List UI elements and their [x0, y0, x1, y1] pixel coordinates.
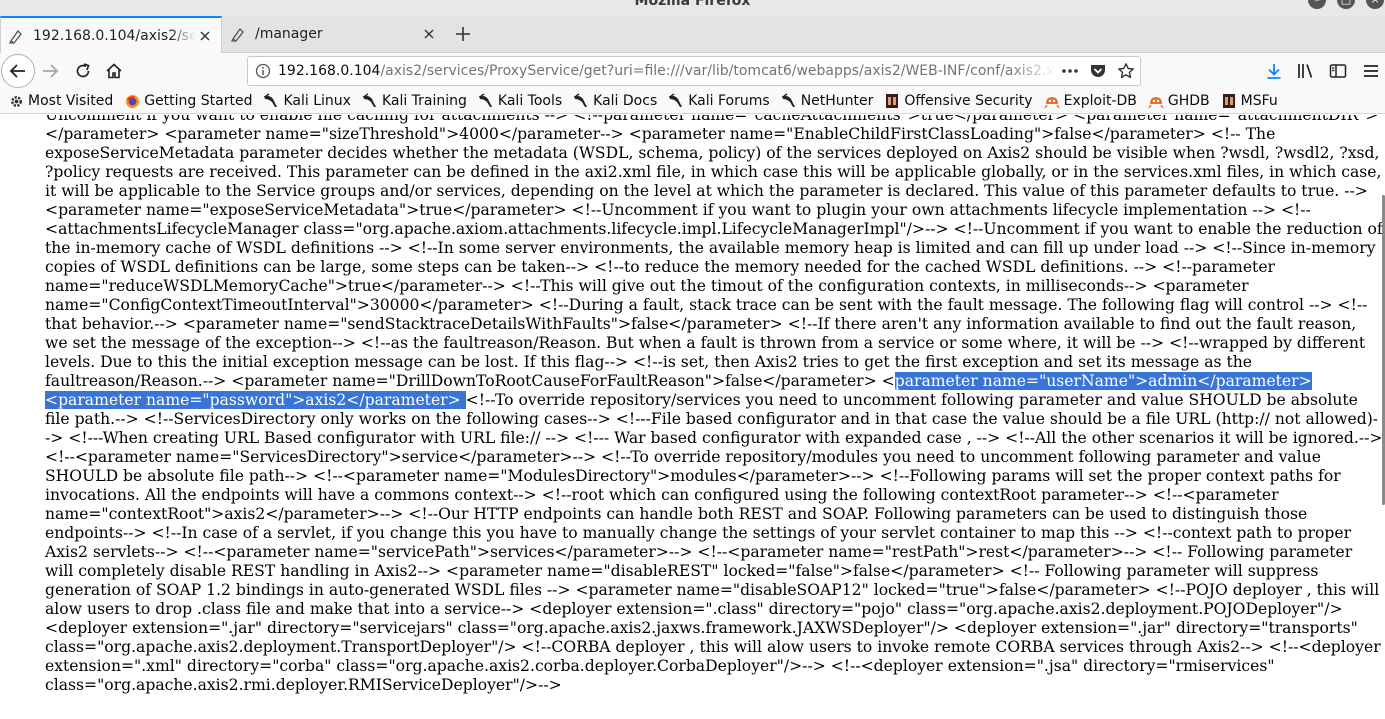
bookmark-kali-forums[interactable]: Kali Forums	[668, 93, 770, 109]
library-button[interactable]	[1290, 55, 1322, 87]
bookmark-star-icon[interactable]	[1112, 57, 1140, 85]
kali-dragon-icon	[362, 93, 378, 109]
reload-icon	[76, 63, 90, 78]
bookmark-label: Kali Forums	[688, 93, 770, 109]
gear-icon	[8, 93, 24, 109]
bookmark-ghdb[interactable]: GHDB	[1148, 93, 1210, 109]
forward-button[interactable]	[34, 55, 66, 87]
bookmark-msfu[interactable]: MSFu	[1221, 93, 1278, 109]
page-actions-icon[interactable]	[1056, 57, 1084, 85]
bookmarks-toolbar: Most Visited Getting Started Kali Linux …	[0, 89, 1385, 114]
bookmark-nethunter[interactable]: NetHunter	[781, 93, 874, 109]
tab-title: 192.168.0.104/axis2/services/ProxyServic…	[33, 27, 195, 44]
url-text[interactable]: 192.168.0.104/axis2/services/ProxyServic…	[278, 63, 1056, 79]
kali-dragon-icon	[478, 93, 494, 109]
bookmark-kali-docs[interactable]: Kali Docs	[573, 93, 657, 109]
sidebar-button[interactable]	[1322, 55, 1354, 87]
bookmark-label: Most Visited	[28, 93, 114, 109]
bookmark-kali-linux[interactable]: Kali Linux	[263, 93, 351, 109]
arrow-left-icon	[9, 64, 25, 78]
menu-button[interactable]	[1358, 55, 1384, 87]
page-content: Uncomment if you want to enable file cac…	[0, 115, 1385, 719]
text-before-selection: Uncomment if you want to enable file cac…	[45, 115, 1383, 390]
sidebar-icon	[1329, 64, 1347, 78]
info-icon[interactable]	[248, 57, 278, 85]
offsec-icon	[884, 93, 900, 109]
url-host: 192.168.0.104	[278, 63, 381, 79]
kali-dragon-icon	[781, 93, 797, 109]
firefox-icon	[124, 93, 140, 109]
window-title: Mozilla Firefox	[634, 0, 751, 9]
bookmark-kali-tools[interactable]: Kali Tools	[478, 93, 562, 109]
tab-strip: 192.168.0.104/axis2/services/ProxyServic…	[0, 16, 1385, 53]
kali-dragon-icon	[263, 93, 279, 109]
download-arrow-icon	[1267, 64, 1281, 79]
window-titlebar: Mozilla Firefox – □ ×	[0, 0, 1385, 16]
url-path: /axis2/services/ProxyService/get?uri=fil…	[380, 63, 1056, 79]
page-icon	[229, 25, 247, 43]
exploitdb-icon	[1044, 93, 1060, 109]
close-tab-icon[interactable]	[195, 26, 215, 46]
back-button[interactable]	[1, 54, 35, 88]
exploitdb-icon	[1148, 93, 1164, 109]
bookmark-label: Kali Docs	[593, 93, 658, 109]
tab-proxy-service[interactable]: 192.168.0.104/axis2/services/ProxyServic…	[0, 16, 222, 53]
pocket-icon[interactable]	[1084, 57, 1112, 85]
close-tab-icon[interactable]	[419, 24, 439, 44]
bookmark-label: NetHunter	[800, 93, 874, 109]
library-icon	[1298, 64, 1313, 78]
tab-manager[interactable]: /manager	[223, 16, 445, 52]
bookmark-label: Kali Linux	[283, 93, 351, 109]
xml-document-text: Uncomment if you want to enable file cac…	[45, 115, 1383, 695]
url-bar[interactable]: 192.168.0.104/axis2/services/ProxyServic…	[247, 56, 1141, 86]
hamburger-menu-icon	[1364, 65, 1378, 77]
downloads-button[interactable]	[1258, 55, 1290, 87]
offsec-icon	[1221, 93, 1237, 109]
home-button[interactable]	[98, 55, 130, 87]
bookmark-label: MSFu	[1240, 93, 1278, 109]
navigation-toolbar: 192.168.0.104/axis2/services/ProxyServic…	[0, 53, 1385, 89]
kali-dragon-icon	[573, 93, 589, 109]
page-icon	[7, 27, 25, 45]
bookmark-label: Exploit-DB	[1063, 93, 1137, 109]
bookmark-label: Kali Training	[381, 93, 467, 109]
text-after-selection: <!--To override repository/services you …	[45, 391, 1383, 694]
bookmark-kali-training[interactable]: Kali Training	[362, 93, 467, 109]
bookmark-label: Offensive Security	[904, 93, 1033, 109]
bookmark-most-visited[interactable]: Most Visited	[8, 93, 113, 109]
arrow-right-icon	[43, 64, 59, 78]
home-icon	[106, 63, 122, 79]
plus-icon	[456, 27, 470, 41]
reload-button[interactable]	[67, 55, 99, 87]
bookmark-label: Getting Started	[144, 93, 253, 109]
bookmark-offensive-security[interactable]: Offensive Security	[884, 93, 1033, 109]
bookmark-getting-started[interactable]: Getting Started	[124, 93, 252, 109]
bookmark-label: GHDB	[1167, 93, 1210, 109]
new-tab-button[interactable]	[447, 16, 479, 52]
tab-title: /manager	[255, 26, 323, 42]
bookmark-label: Kali Tools	[497, 93, 563, 109]
kali-dragon-icon	[668, 93, 684, 109]
bookmark-exploit-db[interactable]: Exploit-DB	[1044, 93, 1137, 109]
